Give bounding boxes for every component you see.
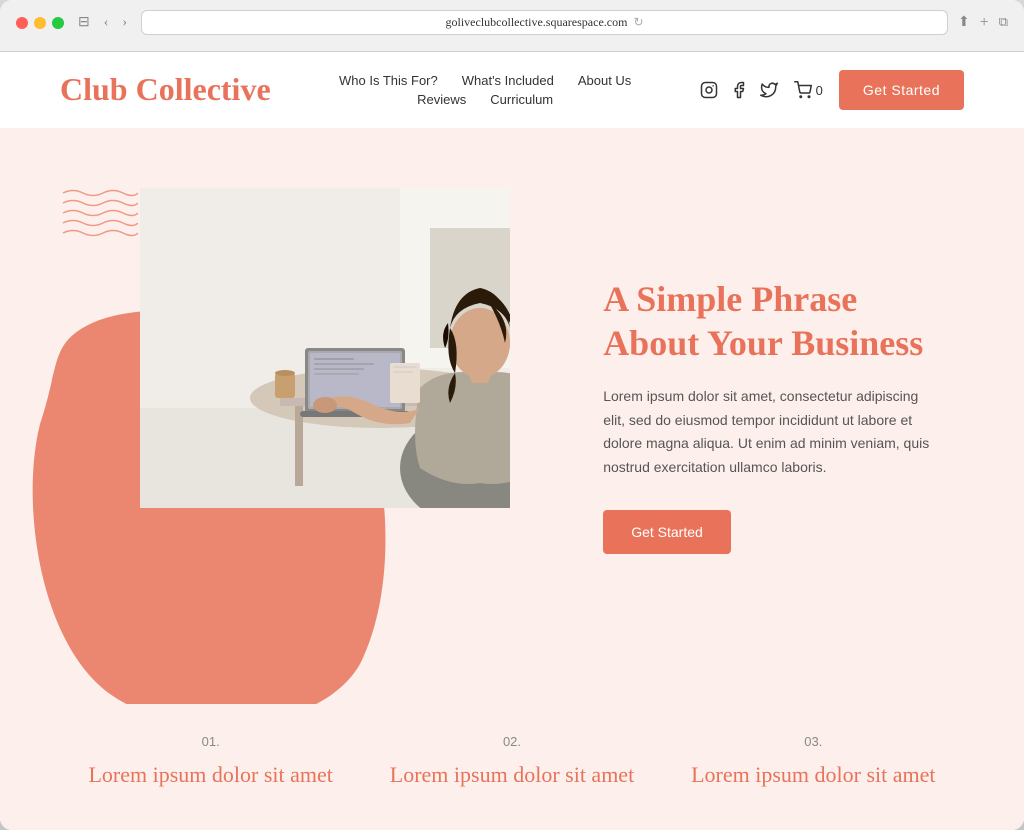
tabs-icon[interactable]: ⧉ [999,14,1008,32]
address-bar[interactable]: goliveclubcollective.squarespace.com ↻ [141,10,948,35]
features-section: 01. Lorem ipsum dolor sit amet 02. Lorem… [0,704,1024,830]
new-tab-icon[interactable]: + [980,14,989,32]
instagram-icon[interactable] [700,81,718,99]
sidebar-toggle-icon[interactable]: ⊟ [74,12,94,33]
hero-body: Lorem ipsum dolor sit amet, consectetur … [603,385,943,480]
share-icon[interactable]: ⬆ [958,14,970,32]
minimize-button[interactable] [34,17,46,29]
close-button[interactable] [16,17,28,29]
hero-section: A Simple Phrase About Your Business Lore… [0,128,1024,704]
hero-image [140,188,510,508]
hero-right: A Simple Phrase About Your Business Lore… [563,128,1024,704]
browser-actions: ⬆ + ⧉ [958,14,1008,32]
browser-controls: ⊟ ‹ › [74,12,131,33]
cart-icon[interactable]: 0 [794,81,823,99]
maximize-button[interactable] [52,17,64,29]
feature-item-1: 01. Lorem ipsum dolor sit amet [60,734,361,790]
feature-title-1: Lorem ipsum dolor sit amet [80,761,341,790]
site-logo[interactable]: Club Collective [60,72,271,107]
back-icon[interactable]: ‹ [100,13,113,33]
nav-whats-included[interactable]: What's Included [462,73,554,88]
site-header: Club Collective Who Is This For? What's … [0,52,1024,128]
feature-item-2: 02. Lorem ipsum dolor sit amet [361,734,662,790]
social-icons [700,81,778,99]
wave-decoration [58,183,138,243]
cart-count: 0 [816,83,823,98]
hero-cta-button[interactable]: Get Started [603,510,731,554]
hero-left [0,128,563,704]
feature-title-2: Lorem ipsum dolor sit amet [381,761,642,790]
forward-icon[interactable]: › [118,13,131,33]
website-content: Club Collective Who Is This For? What's … [0,52,1024,830]
hero-photo-bg [140,188,510,508]
nav-reviews[interactable]: Reviews [417,92,466,107]
feature-number-3: 03. [683,734,944,749]
nav-row-1: Who Is This For? What's Included About U… [339,73,631,88]
hero-content: A Simple Phrase About Your Business Lore… [603,278,943,554]
reload-icon[interactable]: ↻ [633,15,643,30]
facebook-icon[interactable] [730,81,748,99]
nav-about-us[interactable]: About Us [578,73,631,88]
site-nav: Who Is This For? What's Included About U… [339,73,631,107]
traffic-lights [16,17,64,29]
feature-number-1: 01. [80,734,341,749]
site-actions: 0 Get Started [700,70,964,110]
feature-title-3: Lorem ipsum dolor sit amet [683,761,944,790]
hero-illustration [140,188,510,508]
url-text: goliveclubcollective.squarespace.com [446,15,628,30]
feature-item-3: 03. Lorem ipsum dolor sit amet [663,734,964,790]
twitter-icon[interactable] [760,81,778,99]
nav-row-2: Reviews Curriculum [417,92,553,107]
browser-chrome: ⊟ ‹ › goliveclubcollective.squarespace.c… [0,0,1024,52]
feature-number-2: 02. [381,734,642,749]
hero-title: A Simple Phrase About Your Business [603,278,943,364]
get-started-header-button[interactable]: Get Started [839,70,964,110]
browser-window: ⊟ ‹ › goliveclubcollective.squarespace.c… [0,0,1024,830]
nav-who-is-this-for[interactable]: Who Is This For? [339,73,438,88]
nav-curriculum[interactable]: Curriculum [490,92,553,107]
